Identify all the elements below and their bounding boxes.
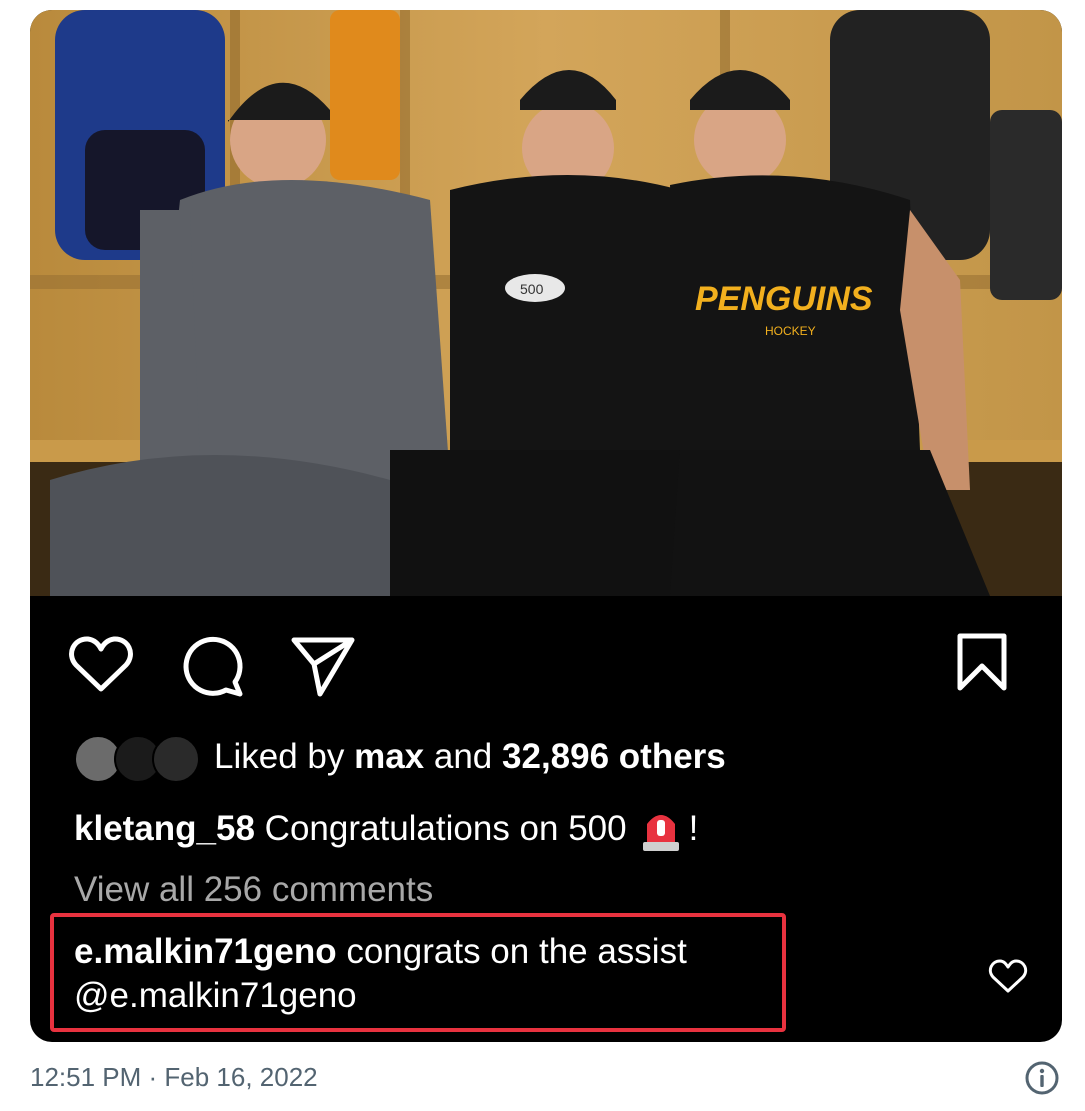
liker-username[interactable]: max	[354, 737, 424, 776]
tweet-timestamp[interactable]: 12:51 PM · Feb 16, 2022	[30, 1062, 318, 1093]
comment-icon[interactable]	[180, 634, 244, 698]
caption-username[interactable]: kletang_58	[74, 809, 255, 849]
highlighted-comment: e.malkin71geno congrats on the assist @e…	[74, 930, 687, 1018]
comment-body: congrats on the assist	[346, 932, 687, 971]
likes-connector: and	[424, 737, 503, 776]
comment-like-heart-icon[interactable]	[988, 958, 1028, 994]
siren-emoji-icon	[642, 815, 679, 851]
heart-icon[interactable]	[68, 634, 134, 694]
caption-text: Congratulations on 500	[264, 809, 627, 848]
likes-count[interactable]: 32,896 others	[502, 737, 726, 776]
avatar[interactable]	[152, 735, 200, 783]
bookmark-icon[interactable]	[956, 632, 1008, 692]
jersey-text: PENGUINS	[695, 280, 873, 318]
likes-row: Liked by max and 32,896 others	[74, 732, 726, 783]
post-photo[interactable]: 500 PENGUINS HOCKEY	[30, 10, 1062, 596]
comment-mention[interactable]: @e.malkin71geno	[74, 976, 357, 1015]
caption-suffix: !	[688, 809, 699, 848]
share-icon[interactable]	[290, 634, 356, 698]
view-all-comments-link[interactable]: View all 256 comments	[74, 870, 433, 910]
jersey-subtext: HOCKEY	[765, 324, 816, 338]
likes-prefix: Liked by	[214, 737, 355, 776]
comment-username[interactable]: e.malkin71geno	[74, 932, 337, 971]
likes-summary[interactable]: Liked by max and 32,896 others	[214, 737, 726, 777]
info-icon[interactable]	[1024, 1060, 1060, 1096]
liker-avatars[interactable]	[74, 732, 200, 783]
puck-label: 500	[520, 281, 544, 297]
post-caption: kletang_58 Congratulations on 500 !	[74, 806, 698, 852]
instagram-post-card: 500 PENGUINS HOCKEY Liked by max and 32,…	[30, 10, 1062, 1042]
